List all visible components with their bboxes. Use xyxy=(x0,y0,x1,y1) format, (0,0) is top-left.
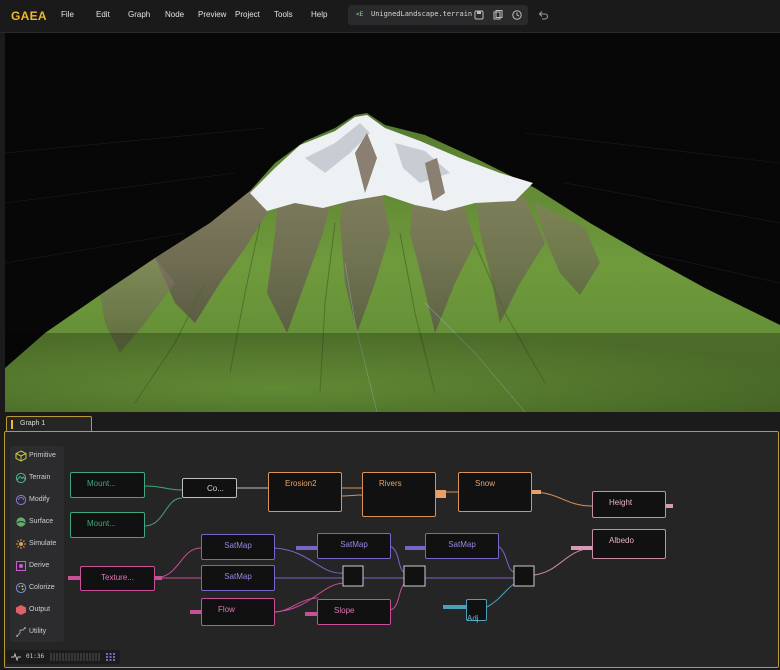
node-texture-title: Texture... xyxy=(101,573,134,582)
wire-mix3-albedo xyxy=(533,547,593,576)
node-snow[interactable]: Snow xyxy=(458,472,532,512)
node-flow[interactable]: Flow xyxy=(201,598,275,626)
albedo-in-port xyxy=(571,546,593,550)
wire-slope-mix2 xyxy=(389,583,405,611)
node-texture[interactable]: Texture... xyxy=(80,566,155,591)
node-erosion2[interactable]: Erosion2 xyxy=(268,472,342,512)
palette-simulate[interactable]: Simulate xyxy=(10,534,64,554)
wire-flow-slope xyxy=(273,597,319,613)
palette-primitive[interactable]: Primitive xyxy=(10,446,64,466)
node-rivers-title: Rivers xyxy=(379,479,402,488)
node-erosion2-title: Erosion2 xyxy=(285,479,317,488)
node-height-title: Height xyxy=(609,498,633,507)
palette-icon xyxy=(15,582,27,594)
wire-satmap4-mix3 xyxy=(497,545,515,573)
node-albedo[interactable]: Albedo xyxy=(592,529,666,559)
wire-snow-height xyxy=(530,491,593,507)
status-bar: 01:36 xyxy=(6,650,120,664)
node-slope[interactable]: Slope xyxy=(317,599,391,625)
build-time: 01:36 xyxy=(26,653,45,660)
derive-icon xyxy=(16,561,26,571)
wire-texture-satmap1 xyxy=(153,547,202,579)
node-flow-title: Flow xyxy=(218,605,235,614)
terrain-icon xyxy=(15,472,27,484)
node-satmap-4[interactable]: SatMap xyxy=(425,533,499,559)
surface-icon xyxy=(16,517,26,527)
progress-ticks xyxy=(50,653,100,661)
palette-simulate-label: Simulate xyxy=(29,540,57,547)
output-icon xyxy=(16,605,26,615)
wire-erosion-rivers-2 xyxy=(340,494,363,497)
wire-mount1-combine xyxy=(143,485,183,491)
node-mountain-2[interactable]: Mount... xyxy=(70,512,145,538)
palette-terrain-label: Terrain xyxy=(29,474,51,481)
node-albedo-title: Albedo xyxy=(609,536,634,545)
palette-colorize[interactable]: Colorize xyxy=(10,578,64,598)
node-mountain-1-title: Mount... xyxy=(87,479,116,488)
node-combine[interactable]: Co... xyxy=(182,478,237,498)
modify-icon xyxy=(15,494,27,506)
node-satmap-2[interactable]: SatMap xyxy=(201,565,275,591)
node-rivers[interactable]: Rivers xyxy=(362,472,436,517)
palette-utility[interactable]: Utility xyxy=(10,622,64,642)
node-adjust-title: Adj... xyxy=(467,614,486,623)
node-palette: Primitive Terrain Modify Surface Simulat… xyxy=(10,446,64,642)
mix-node-1 xyxy=(342,565,364,587)
mix-node-2 xyxy=(403,565,426,587)
palette-terrain[interactable]: Terrain xyxy=(10,468,64,488)
utility-icon xyxy=(16,627,26,637)
palette-output[interactable]: Output xyxy=(10,600,64,620)
node-adjust[interactable]: Adj... xyxy=(466,599,487,623)
wire-mount2-combine xyxy=(143,497,183,527)
node-satmap-4-title: SatMap xyxy=(448,540,476,549)
node-satmap-3-title: SatMap xyxy=(340,540,368,549)
grid-icon[interactable] xyxy=(106,653,115,661)
palette-colorize-label: Colorize xyxy=(29,584,55,591)
mix-node-3 xyxy=(513,565,535,587)
palette-surface[interactable]: Surface xyxy=(10,512,64,532)
node-satmap-1[interactable]: SatMap xyxy=(201,534,275,560)
cube-icon xyxy=(15,450,27,462)
wire-satmap3-mix2 xyxy=(389,545,405,573)
node-mountain-2-title: Mount... xyxy=(87,519,116,528)
node-combine-title: Co... xyxy=(207,484,224,493)
palette-surface-label: Surface xyxy=(29,518,54,525)
node-mountain-1[interactable]: Mount... xyxy=(70,472,145,498)
wire-adj-mix3 xyxy=(486,583,515,608)
palette-modify[interactable]: Modify xyxy=(10,490,64,510)
palette-output-label: Output xyxy=(29,606,51,613)
palette-derive[interactable]: Derive xyxy=(10,556,64,576)
node-height[interactable]: Height xyxy=(592,491,666,518)
node-satmap-2-title: SatMap xyxy=(224,572,252,581)
node-slope-title: Slope xyxy=(334,606,355,615)
simulate-icon xyxy=(16,539,26,549)
node-satmap-3[interactable]: SatMap xyxy=(317,533,391,559)
palette-utility-label: Utility xyxy=(29,628,47,635)
palette-modify-label: Modify xyxy=(29,496,50,503)
palette-derive-label: Derive xyxy=(29,562,50,569)
node-snow-title: Snow xyxy=(475,479,496,488)
activity-icon xyxy=(11,653,21,661)
palette-primitive-label: Primitive xyxy=(29,452,56,459)
node-satmap-1-title: SatMap xyxy=(224,541,252,550)
